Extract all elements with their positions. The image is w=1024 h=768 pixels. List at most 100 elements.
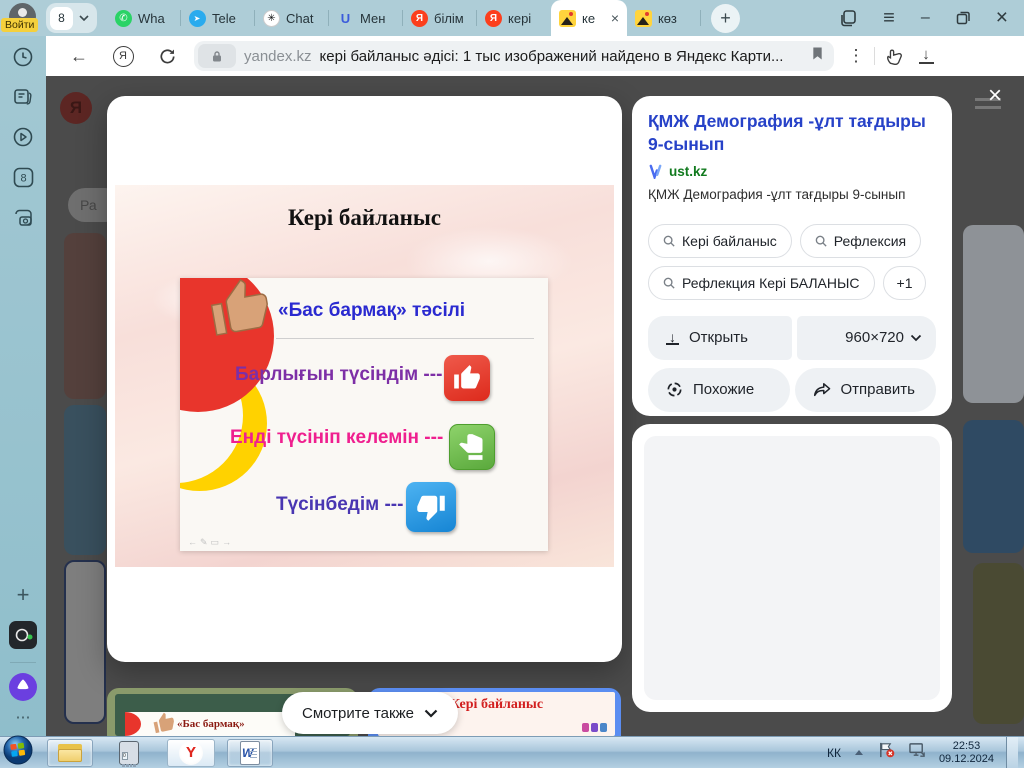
url-domain: yandex.kz xyxy=(244,48,312,65)
close-icon[interactable]: × xyxy=(996,6,1008,30)
size-label: 960×720 xyxy=(845,329,904,346)
sidebar-more-icon[interactable]: ⋯ xyxy=(0,708,46,726)
image-info-panel: ҚМЖ Демография -ұлт тағдыры 9-сынып ust.… xyxy=(632,96,952,416)
sun-glyph xyxy=(645,12,649,16)
screenshot-icon[interactable] xyxy=(0,206,46,229)
back-button[interactable]: ← xyxy=(64,46,94,67)
window-controls: ≡ – × xyxy=(839,6,1024,30)
browser-window: Войти 8 ✆ Wha ➤ Tele ✳ Chat U Мен Я білі… xyxy=(0,0,1024,768)
system-tray: КК 22:53 09.12.2024 xyxy=(827,737,1024,768)
new-tab-button[interactable]: + xyxy=(711,4,740,33)
nav-pen-icon: ✎ xyxy=(200,537,211,547)
yandex-search-icon[interactable]: Я xyxy=(108,46,138,67)
mini-red-decoration xyxy=(125,712,141,736)
reload-button[interactable] xyxy=(152,47,182,66)
open-button[interactable]: ↓ Открыть xyxy=(648,316,792,360)
history-icon[interactable] xyxy=(0,46,46,68)
similar-button[interactable]: Похожие xyxy=(648,368,790,412)
tab-label: білім xyxy=(434,11,464,26)
slide-item-2: Енді түсініп келемін --- xyxy=(230,427,443,449)
similar-label: Похожие xyxy=(693,381,754,398)
login-button[interactable]: Войти xyxy=(1,18,38,32)
similar-images-icon xyxy=(666,381,683,398)
image-viewer-overlay: Я Ра × Кері байланыс «Бас бармақ» тәсілі xyxy=(46,76,1024,736)
menu-icon[interactable]: ≡ xyxy=(883,7,895,30)
profile-login[interactable]: Войти xyxy=(0,0,46,36)
address-toolbar: ← Я yandex.kz кері байланыс әдісі: 1 тыс… xyxy=(46,36,1024,76)
tab-whatsapp[interactable]: ✆ Wha xyxy=(107,0,181,36)
yandex-browser-letter: Y xyxy=(186,744,196,761)
tab-label: Tele xyxy=(212,11,236,26)
mini-thumb-photo xyxy=(151,710,177,736)
viewer-close-button[interactable]: × xyxy=(982,84,1008,110)
taskbar-word-button[interactable]: W xyxy=(227,739,273,767)
thumb-down-blue-icon xyxy=(406,482,456,532)
size-dropdown[interactable]: 960×720 xyxy=(797,316,937,360)
side-panels-icon[interactable] xyxy=(839,9,857,27)
chatgpt-icon: ✳ xyxy=(263,10,280,27)
show-hidden-icons[interactable] xyxy=(853,749,865,757)
add-panel-icon[interactable]: + xyxy=(0,582,46,608)
tab-active-images[interactable]: ке × xyxy=(551,0,627,36)
viewed-image[interactable]: Кері байланыс «Бас бармақ» тәсілі Барлығ… xyxy=(115,185,614,567)
app-shortcut-icon[interactable] xyxy=(0,620,46,650)
tab-bilim[interactable]: Я білім xyxy=(403,0,477,36)
taskbar-yandex-browser-button[interactable]: Y xyxy=(167,739,215,767)
related-left-caption: «Бас бармақ» xyxy=(177,718,245,730)
language-indicator[interactable]: КК xyxy=(827,746,841,760)
downloads-icon[interactable]: ↓ xyxy=(909,48,943,64)
sidebar-divider xyxy=(10,662,36,663)
more-options-icon[interactable]: ⋮ xyxy=(844,46,868,66)
tab-keri[interactable]: Я кері xyxy=(477,0,551,36)
slide-title: Кері байланыс xyxy=(115,205,614,231)
tab-close-icon[interactable]: × xyxy=(611,10,619,26)
action-center-flag-icon[interactable] xyxy=(877,741,896,764)
maximize-icon[interactable] xyxy=(956,11,970,25)
taskbar-calculator-button[interactable]: 0 xyxy=(107,739,151,767)
tab-chatgpt[interactable]: ✳ Chat xyxy=(255,0,329,36)
video-icon[interactable] xyxy=(0,126,46,148)
tab-label: ке xyxy=(582,11,595,26)
dimmed-result-thumbnail xyxy=(64,233,106,399)
query-chip[interactable]: Кері байланыс xyxy=(648,224,792,258)
tabs-count-icon[interactable]: 8 xyxy=(0,166,46,189)
yandex-icon: Я xyxy=(411,10,428,27)
lock-icon[interactable] xyxy=(198,44,236,68)
taskbar-explorer-button[interactable] xyxy=(47,739,93,767)
tab-telegram[interactable]: ➤ Tele xyxy=(181,0,255,36)
yandex-icon: Я xyxy=(485,10,502,27)
tray-time: 22:53 xyxy=(939,740,994,753)
tab-label: Мен xyxy=(360,11,385,26)
thumb-left-green-icon xyxy=(449,424,495,470)
image-title-link[interactable]: ҚМЖ Демография -ұлт тағдыры 9-сынып xyxy=(648,110,936,156)
query-chip[interactable]: Рефлексия xyxy=(800,224,921,258)
tab-count: 8 xyxy=(50,7,73,30)
tab-koz[interactable]: көз xyxy=(627,0,701,36)
query-chip[interactable]: Рефлекция Кері БАЛАНЫС xyxy=(648,266,875,300)
source-row[interactable]: ust.kz xyxy=(648,164,936,179)
minimize-icon[interactable]: – xyxy=(921,9,930,27)
show-desktop-button[interactable] xyxy=(1006,737,1018,768)
address-bar[interactable]: yandex.kz кері байланыс әдісі: 1 тыс изо… xyxy=(194,41,834,71)
windows-taskbar: 0 Y W КК 22:53 09.12.2024 xyxy=(0,736,1024,768)
word-icon: W xyxy=(240,741,260,765)
tab-group-button[interactable]: 8 xyxy=(46,3,97,33)
share-button[interactable]: Отправить xyxy=(795,368,937,412)
see-also-label: Смотрите также xyxy=(302,705,414,722)
more-chips-button[interactable]: +1 xyxy=(883,266,927,300)
tab-ust[interactable]: U Мен xyxy=(329,0,403,36)
image-icon xyxy=(559,10,576,27)
source-domain[interactable]: ust.kz xyxy=(669,164,707,179)
see-also-button[interactable]: Смотрите также xyxy=(282,692,458,734)
avatar-head xyxy=(18,8,27,17)
bookmark-icon[interactable] xyxy=(811,46,824,66)
clock[interactable]: 22:53 09.12.2024 xyxy=(939,740,994,766)
extension-hand-icon[interactable] xyxy=(881,46,909,66)
share-icon xyxy=(813,382,831,398)
network-icon[interactable] xyxy=(908,742,927,764)
chevron-down-icon xyxy=(910,334,922,342)
notes-icon[interactable] xyxy=(0,86,46,108)
alice-assistant-icon[interactable] xyxy=(0,672,46,702)
open-label: Открыть xyxy=(689,329,748,346)
start-button[interactable] xyxy=(3,735,33,768)
